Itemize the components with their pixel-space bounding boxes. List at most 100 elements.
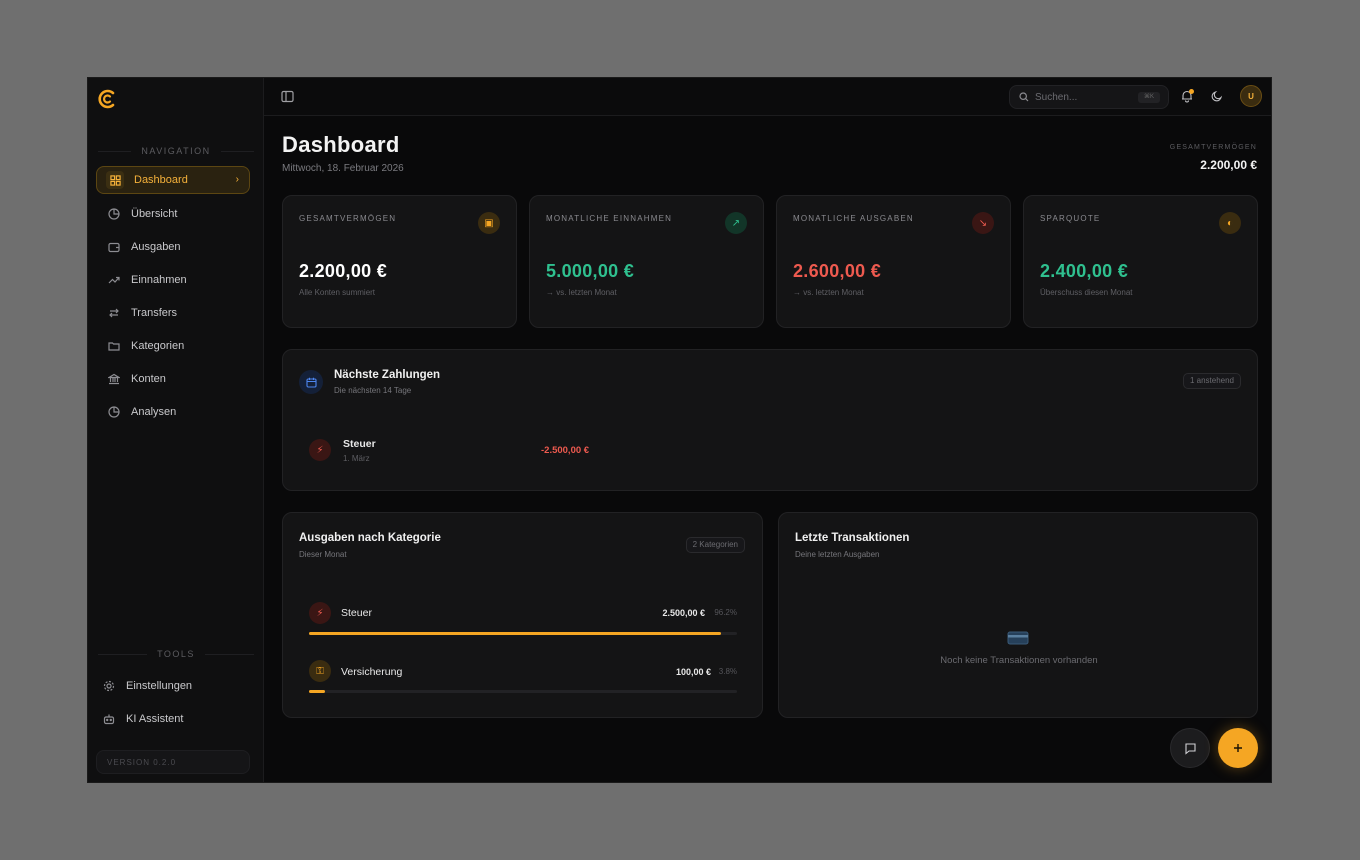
payment-date: 1. März <box>343 454 370 463</box>
progress-track <box>309 690 737 693</box>
credit-card-icon <box>1007 631 1029 645</box>
sidebar-item-einnahmen[interactable]: Einnahmen <box>96 266 250 294</box>
arrow-up-right-icon: ↗ <box>725 212 747 234</box>
stat-card-ausgaben: MONATLICHE AUSGABEN ↘ 2.600,00 € → vs. l… <box>776 195 1011 328</box>
stat-label: MONATLICHE AUSGABEN <box>793 214 914 223</box>
stat-label: MONATLICHE EINNAHMEN <box>546 214 673 223</box>
payment-name: Steuer <box>343 438 376 450</box>
stat-value: 2.200,00 € <box>299 261 388 281</box>
topbar: ⌘K U <box>264 78 1271 116</box>
sidebar: NAVIGATION Dashboard › Übersicht Ausgabe… <box>88 78 264 782</box>
stat-card-gesamtvermoegen: GESAMTVERMÖGEN ▣ 2.200,00 € Alle Konten … <box>282 195 517 328</box>
section-title: Nächste Zahlungen <box>334 369 441 381</box>
stat-value: 5.000,00 € <box>546 261 635 281</box>
payment-amount: -2.500,00 € <box>541 445 590 456</box>
plus-icon <box>1234 744 1242 752</box>
recent-transactions-card: Letzte Transaktionen Deine letzten Ausga… <box>778 512 1258 718</box>
category-row[interactable]: ⚡ Steuer 2.500,00 € 96.2% <box>309 602 737 636</box>
avatar[interactable]: U <box>1240 85 1262 107</box>
sidebar-item-dashboard[interactable]: Dashboard › <box>96 166 250 194</box>
folder-icon <box>107 339 121 353</box>
sidebar-item-label: Übersicht <box>131 208 178 220</box>
sidebar-item-label: Einnahmen <box>131 274 187 286</box>
stat-subtext: Überschuss diesen Monat <box>1040 288 1133 297</box>
tools-section-heading: TOOLS <box>88 649 264 659</box>
grid-icon <box>106 171 124 189</box>
total-assets-value: 2.200,00 € <box>1200 158 1257 172</box>
bolt-icon: ⚡ <box>309 602 331 624</box>
progress-fill <box>309 690 326 693</box>
category-amount: 2.500,00 € <box>662 608 705 618</box>
sidebar-item-konten[interactable]: Konten <box>96 365 250 393</box>
key-icon: ⚿ <box>309 660 331 682</box>
wallet-icon <box>107 240 121 254</box>
sidebar-item-kategorien[interactable]: Kategorien <box>96 332 250 360</box>
search-icon <box>1019 92 1029 102</box>
sidebar-item-label: Konten <box>131 373 166 385</box>
sidebar-item-einstellungen[interactable]: Einstellungen <box>96 672 250 700</box>
sidebar-item-label: Einstellungen <box>126 680 193 692</box>
upcoming-payments-card: Nächste Zahlungen Die nächsten 14 Tage 1… <box>282 349 1258 491</box>
progress-fill <box>309 632 721 635</box>
sidebar-item-uebersicht[interactable]: Übersicht <box>96 200 250 228</box>
progress-track <box>309 632 737 635</box>
sidebar-toggle-icon[interactable] <box>281 90 294 103</box>
category-amount: 100,00 € <box>675 667 711 677</box>
notifications-button[interactable] <box>1180 89 1194 103</box>
category-name: Steuer <box>341 607 372 619</box>
category-row[interactable]: ⚿ Versicherung 100,00 € 3.8% <box>309 660 737 694</box>
category-percent: 96.2% <box>714 608 737 617</box>
search-input[interactable] <box>1035 91 1125 103</box>
section-title: Letzte Transaktionen <box>795 532 910 544</box>
piggy-bank-icon: ◐ <box>1219 212 1241 234</box>
sidebar-item-label: Ausgaben <box>131 241 181 253</box>
page-title: Dashboard <box>282 132 400 157</box>
sidebar-item-transfers[interactable]: Transfers <box>96 299 250 327</box>
category-count-badge: 2 Kategorien <box>685 537 745 553</box>
bot-icon <box>102 712 116 726</box>
sidebar-item-label: Dashboard <box>134 174 188 186</box>
chat-icon <box>1184 742 1196 755</box>
stat-subtext: → vs. letzten Monat <box>546 288 617 297</box>
notification-dot <box>1189 89 1194 94</box>
search-shortcut: ⌘K <box>1138 92 1160 103</box>
pending-badge: 1 anstehend <box>1182 373 1241 389</box>
bank-icon <box>107 372 121 386</box>
sidebar-item-label: Transfers <box>131 307 178 319</box>
chevron-right-icon: › <box>235 174 239 185</box>
version-label: VERSION 0.2.0 <box>96 750 250 774</box>
chat-button[interactable] <box>1170 728 1210 768</box>
calendar-icon <box>299 370 323 394</box>
total-assets-label: GESAMTVERMÖGEN <box>1169 144 1257 151</box>
sidebar-item-label: Kategorien <box>131 340 185 352</box>
pie-chart-icon <box>107 207 121 221</box>
sidebar-item-ki-assistent[interactable]: KI Assistent <box>96 705 250 733</box>
stat-value: 2.600,00 € <box>793 261 882 281</box>
app-logo[interactable] <box>97 88 119 110</box>
section-title: Ausgaben nach Kategorie <box>299 532 441 544</box>
moon-icon <box>1211 90 1223 102</box>
sidebar-item-analysen[interactable]: Analysen <box>96 398 250 426</box>
list-item[interactable]: ⚡ Steuer 1. März -2.500,00 € <box>307 435 637 467</box>
stat-card-einnahmen: MONATLICHE EINNAHMEN ↗ 5.000,00 € → vs. … <box>529 195 764 328</box>
section-subtitle: Die nächsten 14 Tage <box>334 386 412 395</box>
section-subtitle: Dieser Monat <box>299 550 347 559</box>
search-box[interactable]: ⌘K <box>1009 85 1169 109</box>
wallet-icon: ▣ <box>478 212 500 234</box>
bolt-icon: ⚡ <box>309 439 331 461</box>
gear-icon <box>102 679 116 693</box>
theme-toggle-button[interactable] <box>1210 89 1224 103</box>
sidebar-item-ausgaben[interactable]: Ausgaben <box>96 233 250 261</box>
stat-label: GESAMTVERMÖGEN <box>299 214 397 223</box>
expenses-by-category-card: Ausgaben nach Kategorie Dieser Monat 2 K… <box>282 512 763 718</box>
sidebar-item-label: Analysen <box>131 406 177 418</box>
stat-subtext: → vs. letzten Monat <box>793 288 864 297</box>
add-button[interactable] <box>1218 728 1258 768</box>
stat-label: SPARQUOTE <box>1040 214 1101 223</box>
arrow-down-right-icon: ↘ <box>972 212 994 234</box>
category-percent: 3.8% <box>718 667 737 676</box>
sidebar-item-label: KI Assistent <box>126 713 184 725</box>
stat-subtext: Alle Konten summiert <box>299 288 376 297</box>
page-date: Mittwoch, 18. Februar 2026 <box>282 163 404 174</box>
trend-up-icon <box>107 273 121 287</box>
